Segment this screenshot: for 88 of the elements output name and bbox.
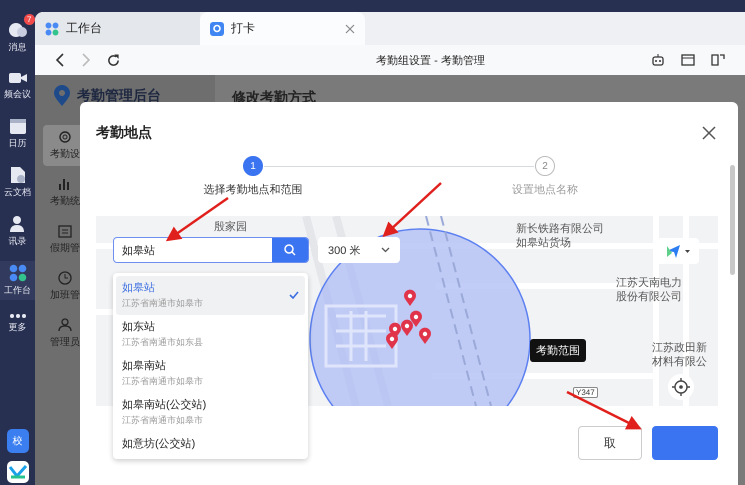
menu-label: 考勤设: [50, 148, 80, 161]
tab-label: 打卡: [231, 20, 256, 37]
result-name: 如皋南站: [122, 359, 167, 373]
radius-select[interactable]: 300 米: [318, 237, 400, 263]
rail-item[interactable]: 工作台: [0, 261, 35, 300]
gear-icon: [58, 130, 72, 144]
page-title: 考勤组设置 - 考勤管理: [375, 54, 486, 68]
unread-count-badge: 7: [24, 14, 34, 25]
rail-item[interactable]: 频会议: [0, 67, 35, 104]
chevron-down-icon: [381, 247, 390, 253]
step-label: 选择考勤地点和范围: [204, 182, 302, 197]
checkmark-icon: [289, 291, 299, 299]
robot-icon[interactable]: [651, 53, 665, 67]
user-avatar[interactable]: 校: [6, 429, 28, 453]
result-address: 江苏省南通市如皋市: [122, 414, 204, 427]
result-name: 如东站: [122, 320, 156, 334]
result-name: 如皋南站(公交站): [122, 398, 206, 412]
rail-label: 云文档: [4, 186, 31, 199]
reload-icon[interactable]: [107, 54, 120, 66]
rail-label: 更多: [8, 321, 26, 334]
video-camera-icon: [8, 70, 28, 86]
map-place-label: 材料有限公: [652, 355, 707, 369]
map-place-label: 江苏政田新: [652, 341, 707, 355]
close-icon[interactable]: [345, 24, 355, 34]
search-icon: [284, 244, 296, 256]
menu-label: 管理员: [50, 336, 80, 349]
chat-bubbles-icon: [8, 21, 28, 39]
close-icon[interactable]: [702, 126, 716, 140]
map-place-label: 新长铁路有限公司: [516, 222, 604, 236]
search-result-item[interactable]: 如皋南站(公交站) 江苏省南通市如皋市: [116, 393, 305, 432]
scrollbar[interactable]: [730, 165, 735, 275]
search-result-item[interactable]: 如东站 江苏省南通市如东县: [116, 315, 305, 354]
apps-grid-icon: [8, 264, 26, 282]
map-place-label: 如皋站货场: [516, 236, 571, 250]
rail-item[interactable]: 云文档: [0, 163, 35, 202]
road-number-label: Y347: [573, 387, 598, 398]
cancel-button[interactable]: 取: [578, 426, 642, 460]
range-tooltip: 考勤范围: [530, 339, 586, 362]
step-number: 1: [243, 156, 263, 176]
search-field[interactable]: 如皋站: [113, 237, 309, 263]
bar-chart-icon: [58, 177, 72, 191]
result-address: 江苏省南通市如皋市: [122, 297, 203, 310]
app-title: 考勤管理后台: [77, 87, 161, 105]
menu-label: 加班管: [50, 288, 80, 302]
person-icon: [8, 215, 26, 233]
tab-label: 工作台: [66, 20, 103, 37]
person-icon: [58, 318, 72, 332]
location-pin-icon: [210, 22, 224, 36]
result-name: 如皋站: [122, 281, 156, 295]
step-number: 2: [535, 156, 555, 176]
document-icon: [8, 166, 26, 184]
result-address: 江苏省南通市如东县: [122, 336, 203, 349]
location-pin-icon: [53, 85, 71, 107]
calendar-icon: [8, 117, 26, 135]
split-window-icon[interactable]: [711, 54, 725, 66]
apps-grid-icon: [45, 22, 59, 36]
search-result-item[interactable]: 如意坊(公交站): [116, 432, 305, 456]
map-place-label: 殷家园: [214, 220, 247, 234]
result-name: 如意坊(公交站): [122, 436, 196, 451]
rail-label: 消息: [8, 41, 26, 54]
browser-tab[interactable]: 打卡: [200, 12, 365, 45]
search-button[interactable]: [272, 238, 308, 262]
rail-item[interactable]: 更多: [0, 310, 35, 337]
rail-item[interactable]: 日历: [0, 114, 35, 153]
rail-label: 讯录: [8, 235, 26, 248]
search-result-item[interactable]: 如皋南站 江苏省南通市如皋市: [116, 354, 305, 393]
result-address: 江苏省南通市如皋市: [122, 375, 203, 388]
rail-label: 日历: [8, 137, 26, 150]
more-dots-icon: [8, 313, 26, 319]
back-icon[interactable]: [55, 53, 65, 67]
rail-label: 频会议: [4, 88, 31, 101]
menu-label: 假期管: [50, 242, 80, 255]
window-icon[interactable]: [681, 54, 695, 66]
dialog-title: 考勤地点: [96, 124, 152, 142]
clock-icon: [58, 271, 72, 285]
map-layer-button[interactable]: [657, 238, 699, 264]
browser-tab[interactable]: 工作台: [35, 12, 200, 45]
calendar-icon: [58, 224, 72, 238]
app-logo-icon[interactable]: [6, 461, 28, 483]
rail-item[interactable]: 讯录: [0, 212, 35, 251]
map-place-label: 江苏天南电力: [616, 276, 682, 290]
rail-label: 工作台: [4, 284, 31, 297]
navigation-arrow-icon: [665, 243, 691, 259]
annotation-arrow: [382, 182, 442, 238]
map-place-label: 股份有限公司: [616, 290, 682, 304]
step-label: 设置地点名称: [512, 182, 578, 197]
search-result-item[interactable]: 如皋站 江苏省南通市如皋市: [116, 276, 305, 315]
menu-label: 考勤统: [50, 194, 80, 208]
